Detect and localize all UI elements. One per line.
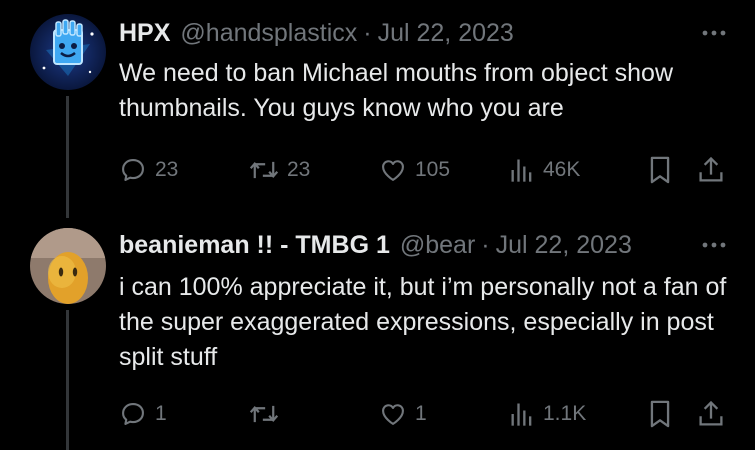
thread-line: [66, 310, 69, 450]
like-button[interactable]: 1: [379, 400, 509, 428]
like-button[interactable]: 105: [379, 156, 509, 184]
bookmark-icon: [650, 400, 670, 428]
retweet-arrows-icon: [249, 161, 279, 179]
reply-button[interactable]: 1: [119, 400, 249, 428]
bean-character-avatar-icon: [30, 228, 106, 304]
bookmark-icon: [650, 156, 670, 184]
like-count: 105: [415, 158, 451, 181]
view-count: 1.1K: [543, 402, 587, 425]
tweet[interactable]: HPX @handsplasticx · Jul 22, 2023 We nee…: [0, 0, 755, 218]
tweet-text: i can 100% appreciate it, but i’m person…: [119, 273, 727, 371]
blue-hand-character-avatar-icon: [30, 14, 106, 90]
bookmark-button[interactable]: [647, 399, 673, 429]
user-handle[interactable]: @bear: [400, 231, 475, 260]
views-button[interactable]: 46K: [509, 156, 634, 184]
retweet-button[interactable]: [249, 400, 379, 428]
thread-line: [66, 96, 69, 218]
tweet-date[interactable]: Jul 22, 2023: [496, 231, 632, 260]
views-button[interactable]: 1.1K: [509, 400, 634, 428]
tweet-header: HPX @handsplasticx · Jul 22, 2023: [119, 15, 715, 51]
view-count: 46K: [543, 158, 581, 181]
avatar[interactable]: [30, 14, 106, 90]
user-handle[interactable]: @handsplasticx: [180, 19, 357, 48]
tweet-text: We need to ban Michael mouths from objec…: [119, 59, 673, 122]
action-bar: 1 1 1.1K: [119, 394, 725, 434]
tweet[interactable]: beanieman !! - TMBG 1 @bear · Jul 22, 20…: [0, 218, 755, 450]
heart-icon: [382, 404, 404, 425]
action-bar: 23 23 105 46K: [119, 150, 725, 190]
reply-button[interactable]: 23: [119, 156, 249, 184]
more-dots-icon[interactable]: [699, 230, 729, 260]
share-button[interactable]: [697, 399, 725, 429]
tweet-header: beanieman !! - TMBG 1 @bear · Jul 22, 20…: [119, 227, 715, 263]
retweet-count: 23: [287, 158, 311, 181]
retweet-button[interactable]: 23: [249, 156, 379, 184]
speech-bubble-icon: [122, 159, 144, 181]
reply-count: 1: [155, 402, 167, 425]
share-upload-icon: [699, 400, 723, 426]
display-name[interactable]: HPX: [119, 19, 170, 48]
speech-bubble-icon: [122, 403, 144, 425]
bar-chart-icon: [511, 403, 532, 426]
heart-icon: [382, 160, 404, 181]
like-count: 1: [415, 402, 427, 425]
separator-dot: ·: [363, 18, 372, 47]
bookmark-button[interactable]: [647, 155, 673, 185]
bar-chart-icon: [511, 159, 532, 182]
share-button[interactable]: [697, 155, 725, 185]
more-dots-icon[interactable]: [699, 18, 729, 48]
avatar[interactable]: [30, 228, 106, 304]
reply-count: 23: [155, 158, 179, 181]
tweet-date[interactable]: Jul 22, 2023: [378, 19, 514, 48]
separator-dot: ·: [481, 230, 490, 259]
display-name[interactable]: beanieman !! - TMBG 1: [119, 231, 390, 260]
share-upload-icon: [699, 156, 723, 182]
retweet-arrows-icon: [249, 405, 279, 423]
